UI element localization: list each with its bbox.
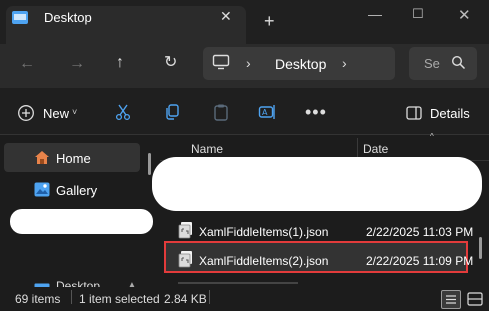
redaction-mark — [10, 209, 153, 234]
back-button[interactable]: ← — [19, 56, 35, 72]
tiles-view-button[interactable] — [466, 291, 484, 310]
breadcrumb-desktop[interactable]: Desktop — [275, 56, 326, 72]
close-button[interactable]: ✕ — [458, 6, 471, 24]
breadcrumb-separator[interactable]: › — [246, 55, 251, 71]
folder-icon — [12, 11, 28, 24]
new-button[interactable]: New — [43, 106, 69, 121]
gallery-icon[interactable] — [34, 182, 50, 200]
column-header-name[interactable]: Name — [191, 142, 223, 156]
file-name[interactable]: XamlFiddleItems(2).json — [199, 254, 328, 268]
sidebar-item-gallery[interactable]: Gallery — [56, 183, 97, 198]
search-placeholder[interactable]: Se — [424, 56, 440, 71]
tab-desktop[interactable] — [6, 6, 246, 44]
file-date: 2/22/2025 11:09 PM — [366, 254, 474, 268]
details-pane-icon[interactable] — [406, 106, 422, 123]
up-button[interactable]: ↑ — [116, 55, 124, 71]
file-name[interactable]: XamlFiddleItems(1).json — [199, 225, 328, 239]
column-divider[interactable] — [357, 138, 358, 158]
file-date: 2/22/2025 11:03 PM — [366, 225, 474, 239]
item-count: 69 items — [15, 292, 61, 306]
details-button[interactable]: Details — [430, 106, 470, 121]
svg-text:A: A — [262, 108, 268, 117]
partial-row — [178, 282, 298, 284]
sidebar-item-label: Home — [56, 151, 91, 166]
selection-size: 2.84 KB — [164, 292, 207, 306]
details-view-button[interactable] — [441, 290, 461, 309]
details-view-icon — [446, 295, 456, 304]
selection-count: 1 item selected — [79, 292, 160, 306]
tiles-view-icon — [467, 292, 483, 306]
redaction-mark — [152, 157, 482, 211]
paste-icon[interactable] — [212, 103, 230, 124]
maximize-button[interactable]: ☐ — [412, 6, 424, 22]
new-icon[interactable] — [17, 104, 35, 125]
forward-button[interactable]: → — [69, 56, 85, 72]
more-options-icon[interactable]: ••• — [305, 102, 327, 123]
computer-icon[interactable] — [212, 54, 230, 73]
rename-icon[interactable]: A — [258, 103, 278, 124]
tab-close-icon[interactable]: ✕ — [220, 8, 232, 25]
copy-icon[interactable] — [163, 103, 181, 124]
tab-title: Desktop — [44, 10, 92, 25]
new-tab-button[interactable]: + — [264, 12, 275, 30]
column-header-date[interactable]: Date — [363, 142, 388, 156]
json-file-icon — [178, 221, 194, 242]
search-icon[interactable] — [451, 55, 466, 73]
chevron-down-icon[interactable]: ˅ — [72, 107, 77, 117]
status-bar — [0, 287, 489, 311]
home-icon — [34, 150, 50, 168]
cut-icon[interactable] — [114, 103, 132, 124]
sort-indicator-icon: ^ — [430, 132, 434, 141]
sidebar-scrollbar[interactable] — [148, 153, 151, 175]
status-divider — [71, 290, 72, 304]
breadcrumb-separator[interactable]: › — [342, 55, 347, 71]
search-box[interactable] — [409, 47, 477, 80]
json-file-icon — [178, 250, 194, 271]
status-divider — [209, 290, 210, 304]
minimize-button[interactable]: — — [368, 6, 382, 22]
file-list-scrollbar[interactable] — [479, 237, 482, 259]
refresh-button[interactable]: ↻ — [164, 55, 177, 71]
